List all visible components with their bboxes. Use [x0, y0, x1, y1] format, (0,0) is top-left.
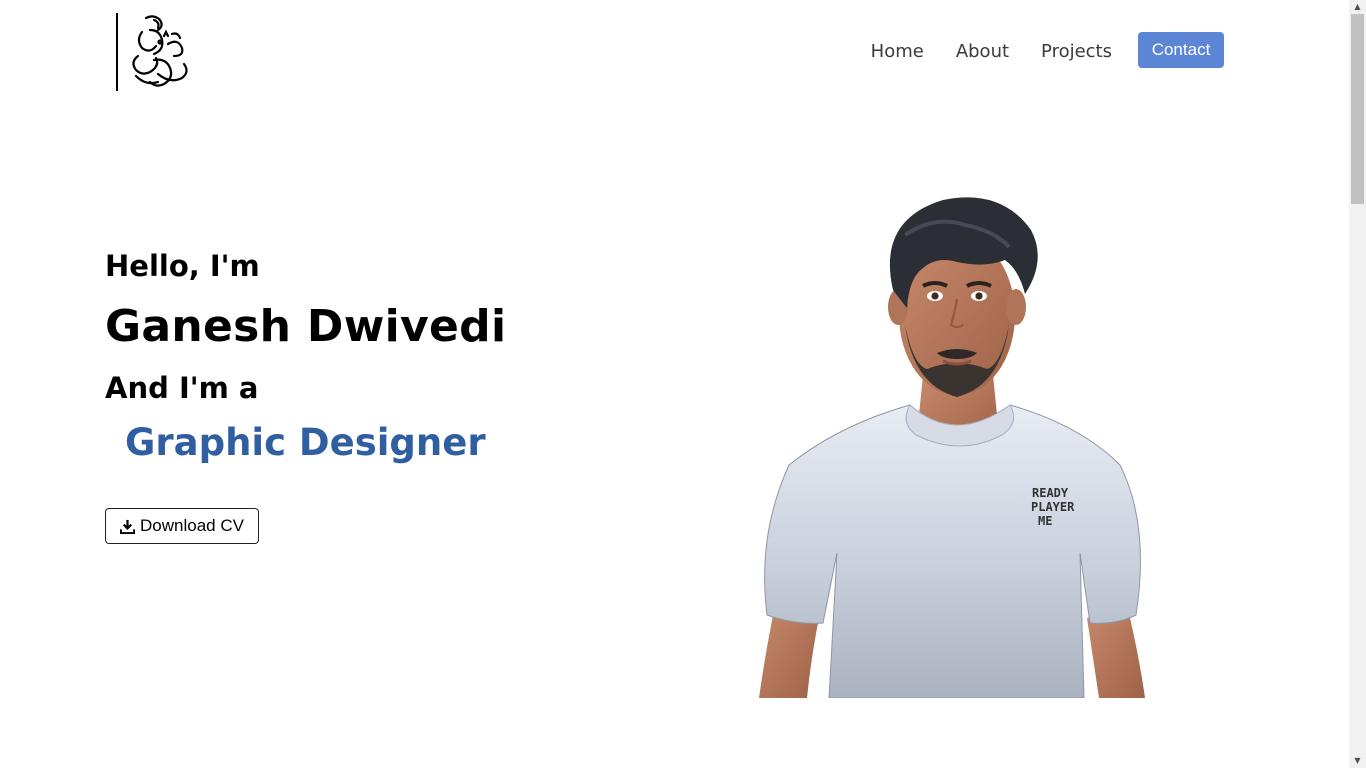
greeting: Hello, I'm — [105, 249, 260, 283]
vertical-scrollbar[interactable]: ▲ ▼ — [1349, 0, 1366, 768]
shirt-text-2: PLAYER — [1031, 500, 1075, 514]
nav-home[interactable]: Home — [871, 32, 924, 72]
scroll-up-icon[interactable]: ▲ — [1349, 0, 1366, 14]
download-icon — [120, 519, 136, 534]
hero-name: Ganesh Dwivedi — [105, 301, 507, 352]
shirt-text-1: READY — [1032, 486, 1069, 500]
hero-text: Hello, I'm Ganesh Dwivedi And I'm a Grap… — [105, 246, 506, 468]
nav-about[interactable]: About — [956, 32, 1009, 72]
scrollbar-thumb[interactable] — [1351, 14, 1364, 204]
download-cv-button[interactable]: Download CV — [105, 508, 259, 544]
role-title: Graphic Designer — [125, 421, 486, 464]
nav-projects[interactable]: Projects — [1041, 32, 1112, 72]
avatar-image: READY PLAYER ME — [759, 197, 1145, 698]
logo[interactable] — [116, 12, 196, 92]
intro-line: And I'm a — [105, 371, 259, 405]
shirt-text-3: ME — [1038, 514, 1052, 528]
download-cv-label: Download CV — [140, 516, 244, 535]
contact-button[interactable]: Contact — [1138, 32, 1224, 68]
scroll-down-icon[interactable]: ▼ — [1349, 754, 1366, 768]
logo-divider — [116, 13, 118, 91]
main-nav: Home About Projects Contact — [871, 32, 1224, 72]
ganesha-logo-icon — [132, 15, 188, 87]
